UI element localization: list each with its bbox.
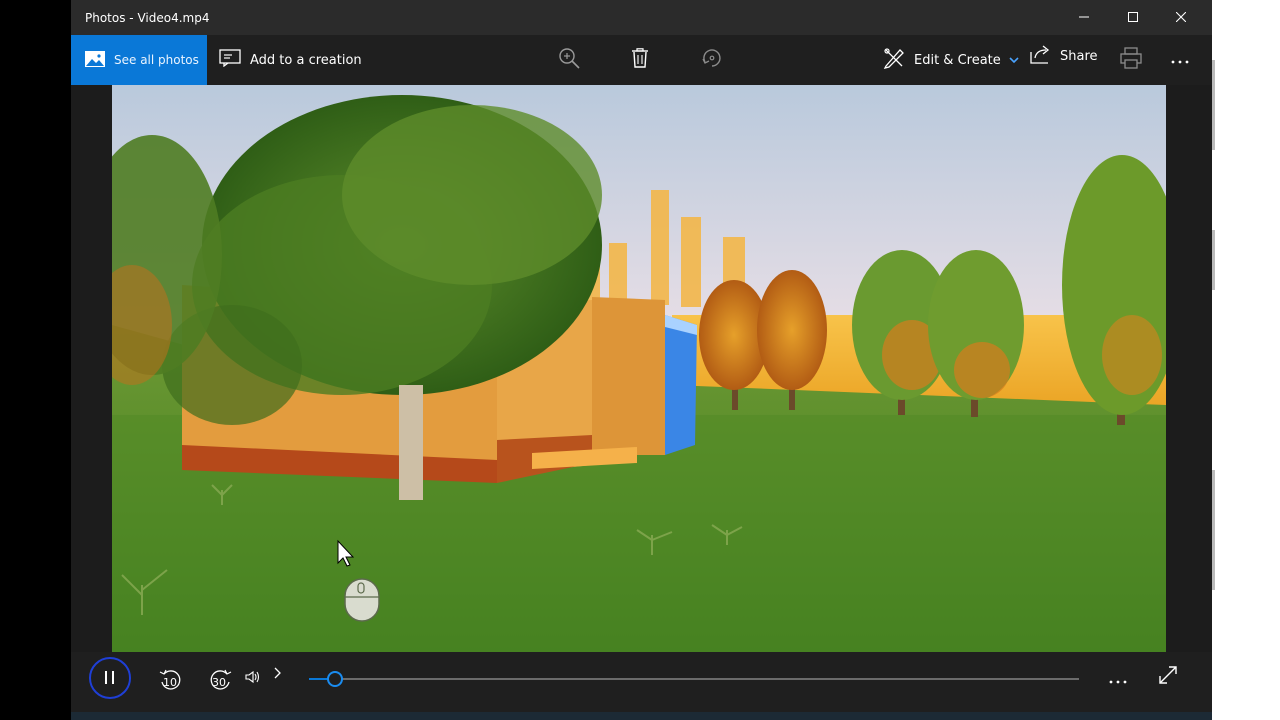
volume-icon [245, 669, 261, 688]
maximize-icon [1128, 11, 1138, 25]
close-icon [1175, 11, 1187, 25]
pause-button[interactable] [88, 656, 132, 704]
fullscreen-icon [1158, 665, 1178, 689]
title-bar: Photos - Video4.mp4 [71, 0, 1212, 35]
add-creation-icon [219, 49, 241, 71]
skip-forward-30-icon: 30 [209, 668, 233, 692]
skip-forward-30-button[interactable]: 30 [207, 666, 235, 694]
seek-bar[interactable] [309, 671, 1079, 687]
expand-chevron-icon [274, 664, 282, 683]
toolbar: See all photos Add to a creation Edit & … [71, 35, 1212, 85]
chevron-down-icon [1009, 53, 1019, 68]
playback-controls: 10 30 [71, 652, 1212, 712]
maximize-button[interactable] [1110, 0, 1156, 35]
share-button[interactable]: Share [1029, 31, 1098, 81]
expand-controls-button[interactable] [270, 664, 286, 682]
edit-create-button[interactable]: Edit & Create [883, 35, 1019, 85]
player-more-button[interactable] [1105, 668, 1131, 688]
photos-icon [71, 50, 114, 70]
skip-back-10-label: 10 [163, 676, 177, 689]
window-title: Photos - Video4.mp4 [85, 11, 210, 25]
video-frame [112, 85, 1166, 652]
left-letterbox [0, 0, 71, 720]
print-icon [1120, 47, 1142, 73]
see-all-photos-label: See all photos [114, 53, 199, 67]
pause-icon [88, 656, 132, 704]
zoom-icon [558, 47, 580, 73]
edit-icon [883, 47, 905, 73]
share-label: Share [1060, 48, 1098, 64]
fullscreen-button[interactable] [1156, 665, 1180, 689]
share-icon [1029, 44, 1051, 68]
minimize-button[interactable] [1061, 0, 1107, 35]
skip-forward-30-label: 30 [212, 676, 226, 689]
seek-thumb[interactable] [327, 671, 344, 687]
rotate-button[interactable] [699, 47, 725, 73]
more-options-button[interactable] [1167, 47, 1193, 73]
more-icon [1109, 669, 1127, 688]
delete-icon [631, 48, 649, 72]
close-button[interactable] [1158, 0, 1204, 35]
delete-button[interactable] [627, 47, 653, 73]
volume-button[interactable] [243, 668, 263, 688]
video-viewport[interactable] [71, 85, 1212, 652]
add-to-creation-button[interactable]: Add to a creation [219, 35, 362, 85]
more-icon [1171, 53, 1189, 68]
skip-back-10-icon: 10 [158, 668, 182, 692]
zoom-button[interactable] [556, 47, 582, 73]
print-button[interactable] [1118, 47, 1144, 73]
photos-app-window: Photos - Video4.mp4 See all photos Add t… [71, 0, 1212, 712]
skip-back-10-button[interactable]: 10 [156, 666, 184, 694]
background-desktop-strip [1212, 0, 1280, 720]
edit-create-label: Edit & Create [914, 52, 1001, 68]
minimize-icon [1079, 11, 1089, 25]
add-to-creation-label: Add to a creation [250, 52, 362, 68]
bottom-desktop-strip [71, 712, 1212, 720]
see-all-photos-button[interactable]: See all photos [71, 35, 207, 85]
rotate-icon [701, 47, 723, 73]
